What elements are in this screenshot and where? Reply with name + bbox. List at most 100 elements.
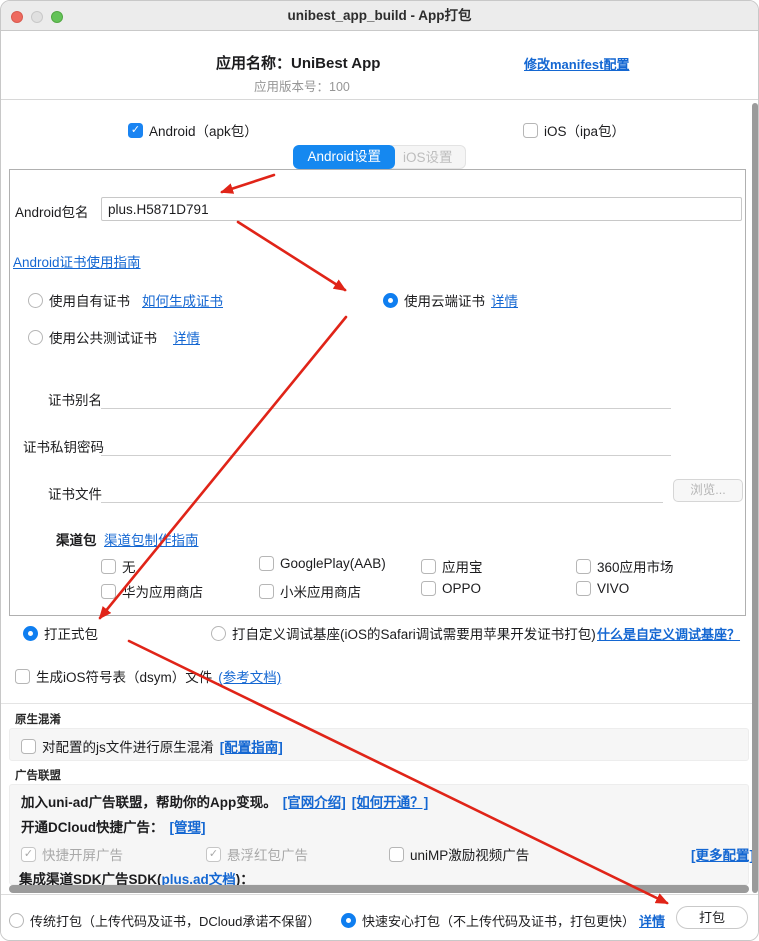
window-title: unibest_app_build - App打包 (287, 8, 472, 23)
obfuscation-section-title: 原生混淆 (15, 714, 61, 726)
obfuscation-checkbox[interactable] (21, 738, 36, 754)
channel-googleplay-label: GooglePlay(AAB) (280, 556, 386, 571)
channel-360-label: 360应用市场 (597, 560, 674, 575)
ad-redpacket-option: 悬浮红包广告 (206, 844, 308, 864)
channel-360-checkbox[interactable] (576, 558, 591, 574)
cert-file-field[interactable] (101, 502, 663, 503)
app-build-dialog: unibest_app_build - App打包 应用名称：UniBest A… (0, 0, 759, 941)
fast-build-radio[interactable] (341, 913, 356, 928)
traditional-build-option[interactable]: 传统打包（上传代码及证书，DCloud承诺不保留） (9, 911, 320, 930)
channel-huawei-label: 华为应用商店 (122, 585, 203, 600)
cert-password-label: 证书私钥密码 (23, 440, 104, 455)
ad-unimp-option[interactable]: uniMP激励视频广告 (389, 844, 529, 864)
horizontal-scrollbar[interactable] (9, 885, 749, 893)
custom-base-option[interactable]: 打自定义调试基座(iOS的Safari调试需要用苹果开发证书打包) (211, 623, 596, 643)
channel-vivo-option[interactable]: VIVO (576, 581, 629, 596)
platform-android-option[interactable]: Android（apk包） (128, 120, 258, 140)
release-build-label: 打正式包 (44, 627, 98, 642)
channel-package-label: 渠道包 (56, 533, 97, 548)
ad-dcloud-row: 开通DCloud快捷广告： [管理] (21, 816, 206, 836)
public-test-cert-detail-link[interactable]: 详情 (173, 327, 200, 347)
android-package-input[interactable] (101, 197, 742, 221)
own-cert-label: 使用自有证书 (49, 294, 130, 309)
ad-official-intro-link[interactable]: [官网介绍] (283, 791, 346, 811)
channel-vivo-checkbox[interactable] (576, 581, 591, 596)
ad-manage-link[interactable]: [管理] (170, 816, 206, 836)
ad-more-config-link[interactable]: [更多配置] (691, 844, 754, 864)
app-version-label: 应用版本号：100 (254, 80, 350, 94)
platform-ios-option[interactable]: iOS（ipa包） (523, 120, 625, 140)
footer-detail-link[interactable]: 详情 (639, 911, 665, 930)
dsym-checkbox[interactable] (15, 668, 30, 684)
ad-unimp-checkbox[interactable] (389, 846, 404, 862)
ios-checkbox[interactable] (523, 122, 538, 138)
channel-googleplay-option[interactable]: GooglePlay(AAB) (259, 556, 386, 571)
section-divider (1, 703, 758, 704)
channel-yingyongbao-checkbox[interactable] (421, 558, 436, 574)
traditional-build-label: 传统打包（上传代码及证书，DCloud承诺不保留） (30, 914, 321, 929)
custom-base-radio[interactable] (211, 625, 226, 641)
android-checkbox-label: Android（apk包） (149, 124, 258, 139)
dsym-label: 生成iOS符号表（dsym）文件 (36, 670, 213, 685)
ad-section-title: 广告联盟 (15, 770, 61, 782)
ad-splash-option: 快捷开屏广告 (21, 844, 123, 864)
channel-oppo-checkbox[interactable] (421, 581, 436, 596)
own-cert-radio[interactable] (28, 292, 43, 308)
cert-password-field[interactable] (101, 455, 671, 456)
app-name-label: 应用名称：UniBest App (216, 55, 381, 72)
obfuscation-guide-link[interactable]: [配置指南] (220, 736, 283, 756)
fast-build-option[interactable]: 快速安心打包（不上传代码及证书，打包更快） (341, 911, 635, 930)
ad-redpacket-label: 悬浮红包广告 (227, 848, 308, 863)
tab-ios-settings[interactable]: iOS设置 (391, 145, 466, 169)
cloud-cert-label: 使用云端证书 (404, 294, 485, 309)
ad-how-to-open-link[interactable]: [如何开通？] (352, 791, 429, 811)
channel-xiaomi-option[interactable]: 小米应用商店 (259, 581, 361, 601)
channel-guide-link[interactable]: 渠道包制作指南 (104, 529, 199, 549)
channel-none-option[interactable]: 无 (101, 556, 136, 576)
title-bar: unibest_app_build - App打包 (1, 1, 758, 31)
modify-manifest-link[interactable]: 修改manifest配置 (524, 54, 629, 73)
tab-android-settings[interactable]: Android设置 (293, 145, 396, 169)
own-cert-option[interactable]: 使用自有证书 如何生成证书 (28, 290, 223, 310)
cloud-cert-option[interactable]: 使用云端证书 详情 (383, 290, 518, 310)
android-cert-guide-link[interactable]: Android证书使用指南 (13, 251, 141, 271)
channel-huawei-option[interactable]: 华为应用商店 (101, 581, 203, 601)
dsym-option[interactable]: 生成iOS符号表（dsym）文件 (参考文档) (15, 666, 281, 686)
channel-googleplay-checkbox[interactable] (259, 556, 274, 571)
vertical-scrollbar[interactable] (752, 103, 758, 893)
cloud-cert-radio[interactable] (383, 292, 398, 308)
channel-yingyongbao-option[interactable]: 应用宝 (421, 556, 483, 576)
fast-build-label: 快速安心打包（不上传代码及证书，打包更快） (362, 914, 636, 929)
release-build-option[interactable]: 打正式包 (23, 623, 98, 643)
browse-button[interactable]: 浏览... (673, 479, 743, 502)
what-is-custom-base-link[interactable]: 什么是自定义调试基座？ (597, 624, 740, 643)
cert-alias-field[interactable] (101, 408, 671, 409)
cert-file-label: 证书文件 (48, 487, 102, 502)
channel-none-checkbox[interactable] (101, 558, 116, 574)
channel-yingyongbao-label: 应用宝 (442, 560, 483, 575)
channel-xiaomi-checkbox[interactable] (259, 583, 274, 599)
public-test-cert-option[interactable]: 使用公共测试证书 详情 (28, 327, 200, 347)
channel-huawei-checkbox[interactable] (101, 583, 116, 599)
cert-alias-label: 证书别名 (48, 393, 102, 408)
custom-base-label: 打自定义调试基座(iOS的Safari调试需要用苹果开发证书打包) (232, 627, 596, 642)
ad-dcloud-text: 开通DCloud快捷广告： (21, 820, 164, 835)
traditional-build-radio[interactable] (9, 913, 24, 928)
ad-join-text: 加入uni-ad广告联盟，帮助你的App变现。 (21, 795, 277, 810)
obfuscation-option[interactable]: 对配置的js文件进行原生混淆 [配置指南] (21, 736, 283, 756)
public-test-cert-radio[interactable] (28, 329, 43, 345)
ios-checkbox-label: iOS（ipa包） (544, 124, 626, 139)
release-build-radio[interactable] (23, 625, 38, 641)
channel-oppo-option[interactable]: OPPO (421, 581, 481, 596)
ad-unimp-label: uniMP激励视频广告 (410, 848, 530, 863)
android-checkbox[interactable] (128, 122, 143, 138)
public-test-cert-label: 使用公共测试证书 (49, 331, 157, 346)
build-button[interactable]: 打包 (676, 906, 748, 929)
channel-oppo-label: OPPO (442, 581, 482, 596)
how-to-generate-cert-link[interactable]: 如何生成证书 (142, 290, 223, 310)
settings-tabs: Android设置 iOS设置 (1, 145, 758, 169)
cloud-cert-detail-link[interactable]: 详情 (491, 290, 518, 310)
channel-360-option[interactable]: 360应用市场 (576, 556, 674, 576)
ad-splash-label: 快捷开屏广告 (42, 848, 123, 863)
dsym-doc-link[interactable]: (参考文档) (218, 666, 281, 686)
